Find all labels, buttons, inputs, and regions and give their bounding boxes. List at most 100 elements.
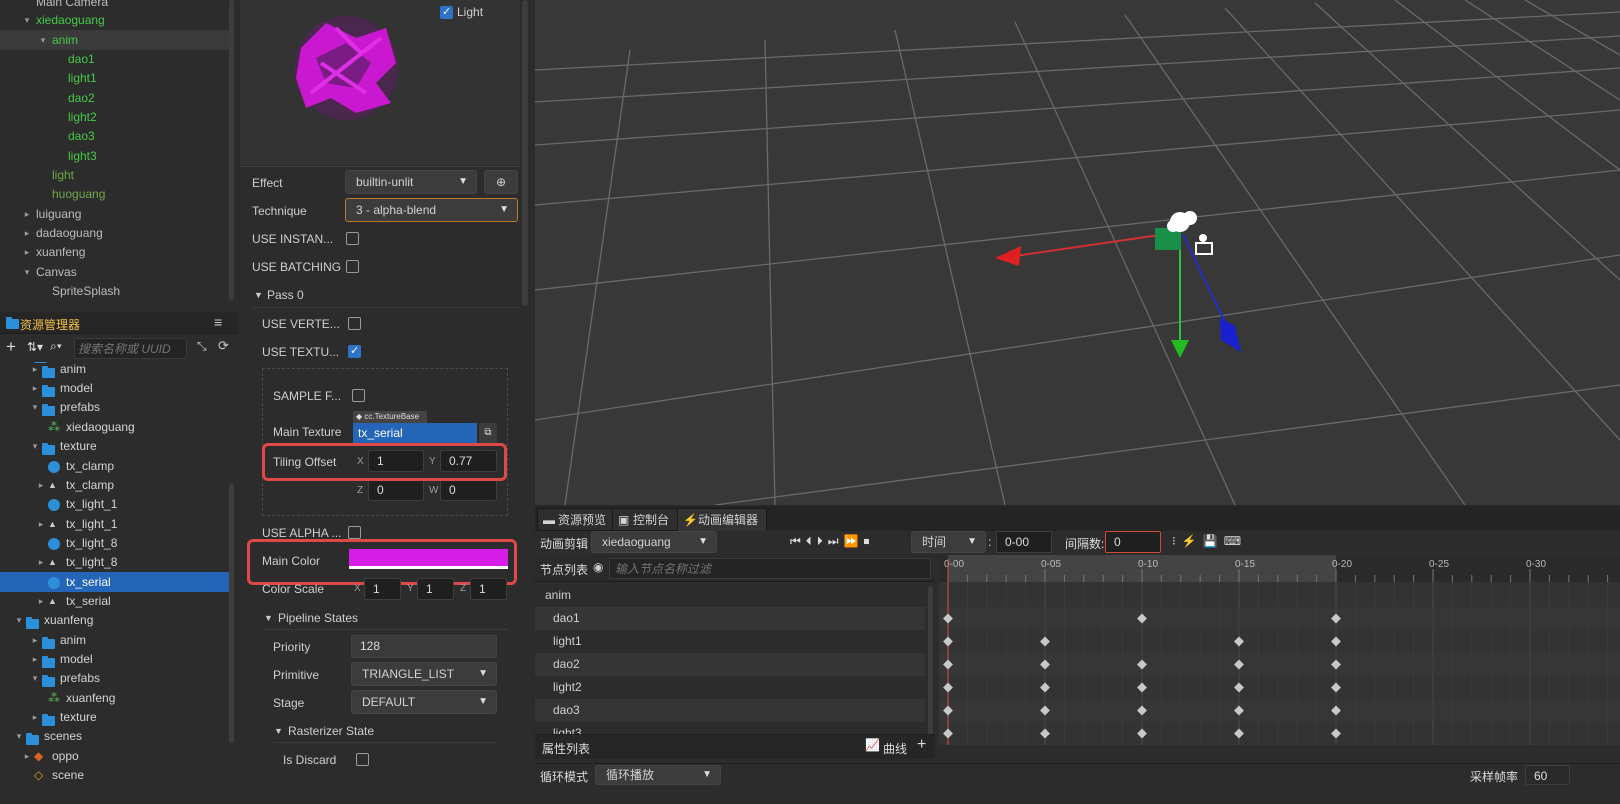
is-discard-checkbox[interactable] xyxy=(356,753,369,766)
asset-item[interactable]: ▾ scenes xyxy=(0,726,232,746)
effect-select[interactable]: builtin-unlit ▼ xyxy=(345,170,477,194)
timeline-node-row[interactable]: light1 xyxy=(535,630,925,653)
color-scale-x-input[interactable]: 1 xyxy=(364,578,401,600)
pipeline-chevron-icon[interactable]: ▼ xyxy=(264,613,273,623)
primitive-select[interactable]: TRIANGLE_LIST ▼ xyxy=(351,662,497,686)
hierarchy-node[interactable]: ▾ xiedaoguang xyxy=(0,10,232,30)
expand-right-icon[interactable]: ▸ xyxy=(22,204,32,224)
timeline-node-row[interactable]: dao2 xyxy=(535,653,925,676)
keyframe[interactable] xyxy=(1234,728,1244,739)
use-batching-checkbox[interactable] xyxy=(346,260,359,273)
use-vertex-checkbox[interactable] xyxy=(348,317,361,330)
expand-down-icon[interactable]: ▾ xyxy=(14,726,24,746)
hierarchy-node[interactable]: light3 xyxy=(0,146,232,166)
keyframe[interactable] xyxy=(1234,636,1244,647)
expand-right-icon[interactable]: ▸ xyxy=(22,242,32,262)
hierarchy-node[interactable]: dao3 xyxy=(0,126,232,146)
expand-down-icon[interactable]: ▾ xyxy=(30,436,40,456)
asset-item[interactable]: ▸ ▲ tx_light_1 xyxy=(0,514,232,534)
color-scale-z-input[interactable]: 1 xyxy=(470,578,507,600)
refresh-icon[interactable]: ⟳ xyxy=(218,338,229,354)
keyframe[interactable] xyxy=(1040,636,1050,647)
asset-item[interactable]: ◇ scene xyxy=(0,765,232,785)
expand-down-icon[interactable]: ▾ xyxy=(38,30,48,50)
eye-icon[interactable]: ◉ xyxy=(593,560,603,574)
asset-item[interactable]: tx_light_1 xyxy=(0,494,232,514)
asset-item[interactable]: ▾ texture xyxy=(0,436,232,456)
asset-item[interactable]: ▸ texture xyxy=(0,707,232,727)
locate-button[interactable]: ⊕ xyxy=(484,170,518,194)
expand-right-icon[interactable]: ▸ xyxy=(30,707,40,727)
hierarchy-node[interactable]: dao2 xyxy=(0,88,232,108)
sort-icon[interactable]: ⇅▾ xyxy=(27,340,43,354)
hierarchy-node[interactable]: ▾ anim xyxy=(0,30,232,50)
asset-item[interactable]: ▸ anim xyxy=(0,362,232,379)
expand-down-icon[interactable]: ▾ xyxy=(22,10,32,30)
tab-console[interactable]: ▣ 控制台 xyxy=(612,508,679,531)
node-filter-input[interactable] xyxy=(615,560,915,577)
assets-search-input[interactable] xyxy=(78,340,184,357)
keyframe[interactable] xyxy=(1234,682,1244,693)
curve-icon[interactable]: 📈 xyxy=(865,738,880,752)
keyframe[interactable] xyxy=(1331,728,1341,739)
expand-right-icon[interactable]: ▸ xyxy=(30,649,40,669)
asset-item[interactable]: ▸ ▲ tx_light_8 xyxy=(0,552,232,572)
texture-picker-icon[interactable]: ⧉ xyxy=(479,423,497,443)
sample-rate-input[interactable]: 60 xyxy=(1525,765,1570,785)
use-alpha-checkbox[interactable] xyxy=(348,526,361,539)
asset-item[interactable]: ▸ ◆ oppo xyxy=(0,746,232,766)
asset-item[interactable]: ▸ model xyxy=(0,378,232,398)
asset-item[interactable]: ▾ prefabs xyxy=(0,668,232,688)
expand-right-icon[interactable]: ▸ xyxy=(36,514,46,534)
keyframe[interactable] xyxy=(943,728,953,739)
expand-down-icon[interactable]: ▾ xyxy=(30,668,40,688)
hierarchy-node[interactable]: dao1 xyxy=(0,49,232,69)
asset-item[interactable]: ▸ anim xyxy=(0,630,232,650)
clip-select[interactable]: xiedaoguang ▼ xyxy=(591,531,717,553)
expand-right-icon[interactable]: ▸ xyxy=(22,746,32,766)
asset-item[interactable]: ▾ prefabs xyxy=(0,397,232,417)
hierarchy-node[interactable]: light xyxy=(0,165,232,185)
rasterizer-chevron-icon[interactable]: ▼ xyxy=(274,726,283,736)
timeline-node-row[interactable]: anim xyxy=(535,584,925,607)
expand-right-icon[interactable]: ▸ xyxy=(30,362,40,379)
tiling-w-input[interactable]: 0 xyxy=(440,479,497,501)
stage-select[interactable]: DEFAULT ▼ xyxy=(351,690,497,714)
menu-icon[interactable]: ≡ xyxy=(214,314,222,330)
expand-down-icon[interactable]: ▾ xyxy=(14,610,24,630)
curve-label[interactable]: 曲线 xyxy=(883,740,907,757)
asset-item[interactable]: ▾ xuanfeng xyxy=(0,610,232,630)
tab-animation-editor[interactable]: ⚡ 动画编辑器 xyxy=(677,508,768,531)
color-scale-y-input[interactable]: 1 xyxy=(417,578,454,600)
add-property-icon[interactable]: + xyxy=(917,736,926,754)
asset-item[interactable]: ⁂ xiedaoguang xyxy=(0,417,232,437)
asset-item[interactable]: tx_serial xyxy=(0,572,232,592)
inspector-scrollbar[interactable] xyxy=(522,0,528,306)
asset-item[interactable]: tx_clamp xyxy=(0,456,232,476)
expand-right-icon[interactable]: ▸ xyxy=(30,630,40,650)
playback-controls[interactable]: ⏮⏴⏵⏭⏩⏹ xyxy=(790,534,875,549)
timeline-node-row[interactable]: light2 xyxy=(535,676,925,699)
asset-item[interactable]: ▸ ▲ tx_clamp xyxy=(0,475,232,495)
loop-mode-select[interactable]: 循环播放 ▼ xyxy=(595,765,721,785)
asset-item[interactable]: ⁂ xuanfeng xyxy=(0,688,232,708)
search-type-icon[interactable]: ⌕▾ xyxy=(50,339,62,354)
expand-right-icon[interactable]: ▸ xyxy=(22,223,32,243)
hierarchy-node[interactable]: light2 xyxy=(0,107,232,127)
keyframe[interactable] xyxy=(1331,636,1341,647)
hierarchy-node[interactable]: ▸ xuanfeng xyxy=(0,242,232,262)
add-icon[interactable]: + xyxy=(6,337,16,357)
expand-down-icon[interactable]: ▾ xyxy=(30,397,40,417)
asset-item[interactable]: ▸ model xyxy=(0,649,232,669)
priority-input[interactable]: 128 xyxy=(351,635,497,658)
technique-select[interactable]: 3 - alpha-blend ▼ xyxy=(345,198,518,222)
scene-viewport[interactable] xyxy=(535,0,1620,505)
expand-right-icon[interactable]: ▸ xyxy=(30,378,40,398)
timeline-node-row[interactable]: dao3 xyxy=(535,699,925,722)
hierarchy-node[interactable]: ▸ luiguang xyxy=(0,204,232,224)
pass-chevron-icon[interactable]: ▼ xyxy=(254,290,263,300)
sample-from-checkbox[interactable] xyxy=(352,389,365,402)
use-texture-checkbox[interactable] xyxy=(348,344,361,358)
hierarchy-node[interactable]: light1 xyxy=(0,68,232,88)
keyframe[interactable] xyxy=(943,682,953,693)
